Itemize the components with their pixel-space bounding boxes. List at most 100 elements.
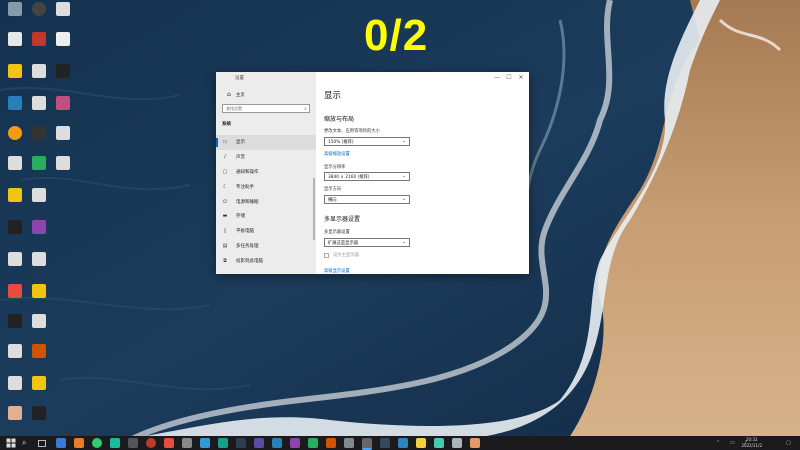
search-input[interactable]: [223, 105, 303, 112]
sidebar-scrollbar[interactable]: [313, 178, 315, 240]
taskbar-app-10[interactable]: [218, 438, 228, 448]
desktop-icon-13[interactable]: [4, 126, 26, 156]
search-box[interactable]: ⌕: [222, 104, 310, 113]
taskbar-app-22[interactable]: [434, 438, 444, 448]
desktop-icon-1[interactable]: [4, 2, 26, 32]
desktop-icon-34[interactable]: [28, 406, 50, 436]
desktop-icon-7[interactable]: [4, 64, 26, 94]
start-button[interactable]: [6, 438, 16, 448]
task-view-icon[interactable]: [38, 440, 46, 447]
window-controls: — ☐ ✕: [491, 73, 527, 82]
desktop-icon-3[interactable]: [52, 2, 74, 32]
search-icon: ⌕: [304, 106, 307, 112]
main-display-checkbox[interactable]: [324, 252, 329, 258]
desktop-icon-23[interactable]: [4, 252, 26, 282]
settings-window: 设置 ⌂ 主页 ⌕ 系统 ▭ 显示 ♪ 声音 ▢ 通知和操作 ☾: [216, 72, 529, 274]
orientation-value: 横向: [328, 198, 337, 203]
taskbar-app-4[interactable]: [110, 438, 120, 448]
scale-section-title: 缩放与布局: [324, 116, 355, 123]
sidebar-item-multitasking[interactable]: ▤ 多任务处理: [216, 239, 316, 254]
desktop-icon-32[interactable]: [28, 376, 50, 406]
desktop-icon-17[interactable]: [28, 156, 50, 186]
desktop-icon-10[interactable]: [4, 96, 26, 126]
taskbar-app-13[interactable]: [272, 438, 282, 448]
sidebar-item-tablet[interactable]: ▯ 平板电脑: [216, 224, 316, 239]
desktop-icon-11[interactable]: [28, 96, 50, 126]
minimize-button[interactable]: —: [491, 73, 503, 82]
taskbar-app-15[interactable]: [308, 438, 318, 448]
taskbar-app-1[interactable]: [56, 438, 66, 448]
close-button[interactable]: ✕: [515, 73, 527, 82]
desktop-icon-5[interactable]: [28, 32, 50, 62]
desktop-icon-12[interactable]: [52, 96, 74, 126]
taskbar-app-20[interactable]: [398, 438, 408, 448]
maximize-button[interactable]: ☐: [503, 73, 515, 82]
taskbar-app-5[interactable]: [128, 438, 138, 448]
desktop-icon-31[interactable]: [4, 376, 26, 406]
desktop-icon-26[interactable]: [28, 284, 50, 314]
sound-icon: ♪: [223, 154, 227, 161]
taskbar-app-14[interactable]: [290, 438, 300, 448]
windows-logo-icon: [6, 438, 16, 448]
sidebar-item-display[interactable]: ▭ 显示: [216, 135, 316, 150]
settings-sidebar: 设置 ⌂ 主页 ⌕ 系统 ▭ 显示 ♪ 声音 ▢ 通知和操作 ☾: [216, 72, 316, 274]
multi-display-dropdown[interactable]: 扩展这些显示器 ⌄: [324, 238, 410, 247]
multi-display-label: 多显示器设置: [324, 230, 350, 235]
taskbar-app-19[interactable]: [380, 438, 390, 448]
desktop-icon-6[interactable]: [52, 32, 74, 62]
taskbar-app-11[interactable]: [236, 438, 246, 448]
tray-chevron-icon[interactable]: ⌃: [716, 440, 720, 446]
advanced-display-link[interactable]: 高级显示设置: [324, 268, 350, 274]
desktop-icon-30[interactable]: [28, 344, 50, 374]
sidebar-item-sound[interactable]: ♪ 声音: [216, 150, 316, 165]
taskbar-clock[interactable]: 20:32 2022/11/2: [741, 437, 762, 448]
scale-dropdown[interactable]: 150% (推荐) ⌄: [324, 137, 410, 146]
desktop-icon-15[interactable]: [52, 126, 74, 156]
orientation-dropdown[interactable]: 横向 ⌄: [324, 195, 410, 204]
desktop-icon-9[interactable]: [52, 64, 74, 94]
desktop-icon-16[interactable]: [4, 156, 26, 186]
taskbar-app-7[interactable]: [164, 438, 174, 448]
taskbar-app-9[interactable]: [200, 438, 210, 448]
sidebar-item-label: 专注助手: [236, 184, 254, 190]
sidebar-item-focus-assist[interactable]: ☾ 专注助手: [216, 179, 316, 194]
desktop-icon-4[interactable]: [4, 32, 26, 62]
desktop-icon-20[interactable]: [28, 188, 50, 218]
desktop-icon-24[interactable]: [28, 252, 50, 282]
taskbar-app-17[interactable]: [344, 438, 354, 448]
taskbar-app-6[interactable]: [146, 438, 156, 448]
main-display-checkbox-row[interactable]: 设为主显示器: [324, 252, 359, 258]
taskbar-app-23[interactable]: [452, 438, 462, 448]
desktop-icon-22[interactable]: [28, 220, 50, 250]
sidebar-item-storage[interactable]: ▬ 存储: [216, 209, 316, 224]
sidebar-item-home[interactable]: ⌂ 主页: [222, 91, 245, 98]
desktop-icon-18[interactable]: [52, 156, 74, 186]
desktop-icon-19[interactable]: [4, 188, 26, 218]
desktop-icon-28[interactable]: [28, 314, 50, 344]
resolution-dropdown[interactable]: 3840 × 2160 (推荐) ⌄: [324, 172, 410, 181]
sidebar-item-notifications[interactable]: ▢ 通知和操作: [216, 165, 316, 180]
taskbar-app-12[interactable]: [254, 438, 264, 448]
network-icon[interactable]: ▭: [730, 440, 735, 446]
desktop-icon-2[interactable]: [28, 2, 50, 32]
notification-center-icon[interactable]: ▢: [786, 440, 791, 446]
taskbar-app-8[interactable]: [182, 438, 192, 448]
desktop-icon-14[interactable]: [28, 126, 50, 156]
desktop-icon-25[interactable]: [4, 284, 26, 314]
sidebar-item-projecting[interactable]: ⧉ 投影到此电脑: [216, 253, 316, 268]
taskbar-app-2[interactable]: [74, 438, 84, 448]
taskbar-app-3[interactable]: [92, 438, 102, 448]
search-taskbar-icon[interactable]: ⌕: [22, 438, 32, 448]
desktop-icon-33[interactable]: [4, 406, 26, 436]
taskbar-app-21[interactable]: [416, 438, 426, 448]
sidebar-item-label: 存储: [236, 214, 245, 220]
desktop-icon-21[interactable]: [4, 220, 26, 250]
advanced-scaling-link[interactable]: 高级缩放设置: [324, 151, 350, 157]
taskbar-app-24[interactable]: [470, 438, 480, 448]
desktop-icon-29[interactable]: [4, 344, 26, 374]
desktop-icon-27[interactable]: [4, 314, 26, 344]
taskbar-settings-app[interactable]: [362, 438, 372, 448]
taskbar-app-16[interactable]: [326, 438, 336, 448]
desktop-icon-8[interactable]: [28, 64, 50, 94]
sidebar-item-power[interactable]: ⏻ 电源和睡眠: [216, 194, 316, 209]
